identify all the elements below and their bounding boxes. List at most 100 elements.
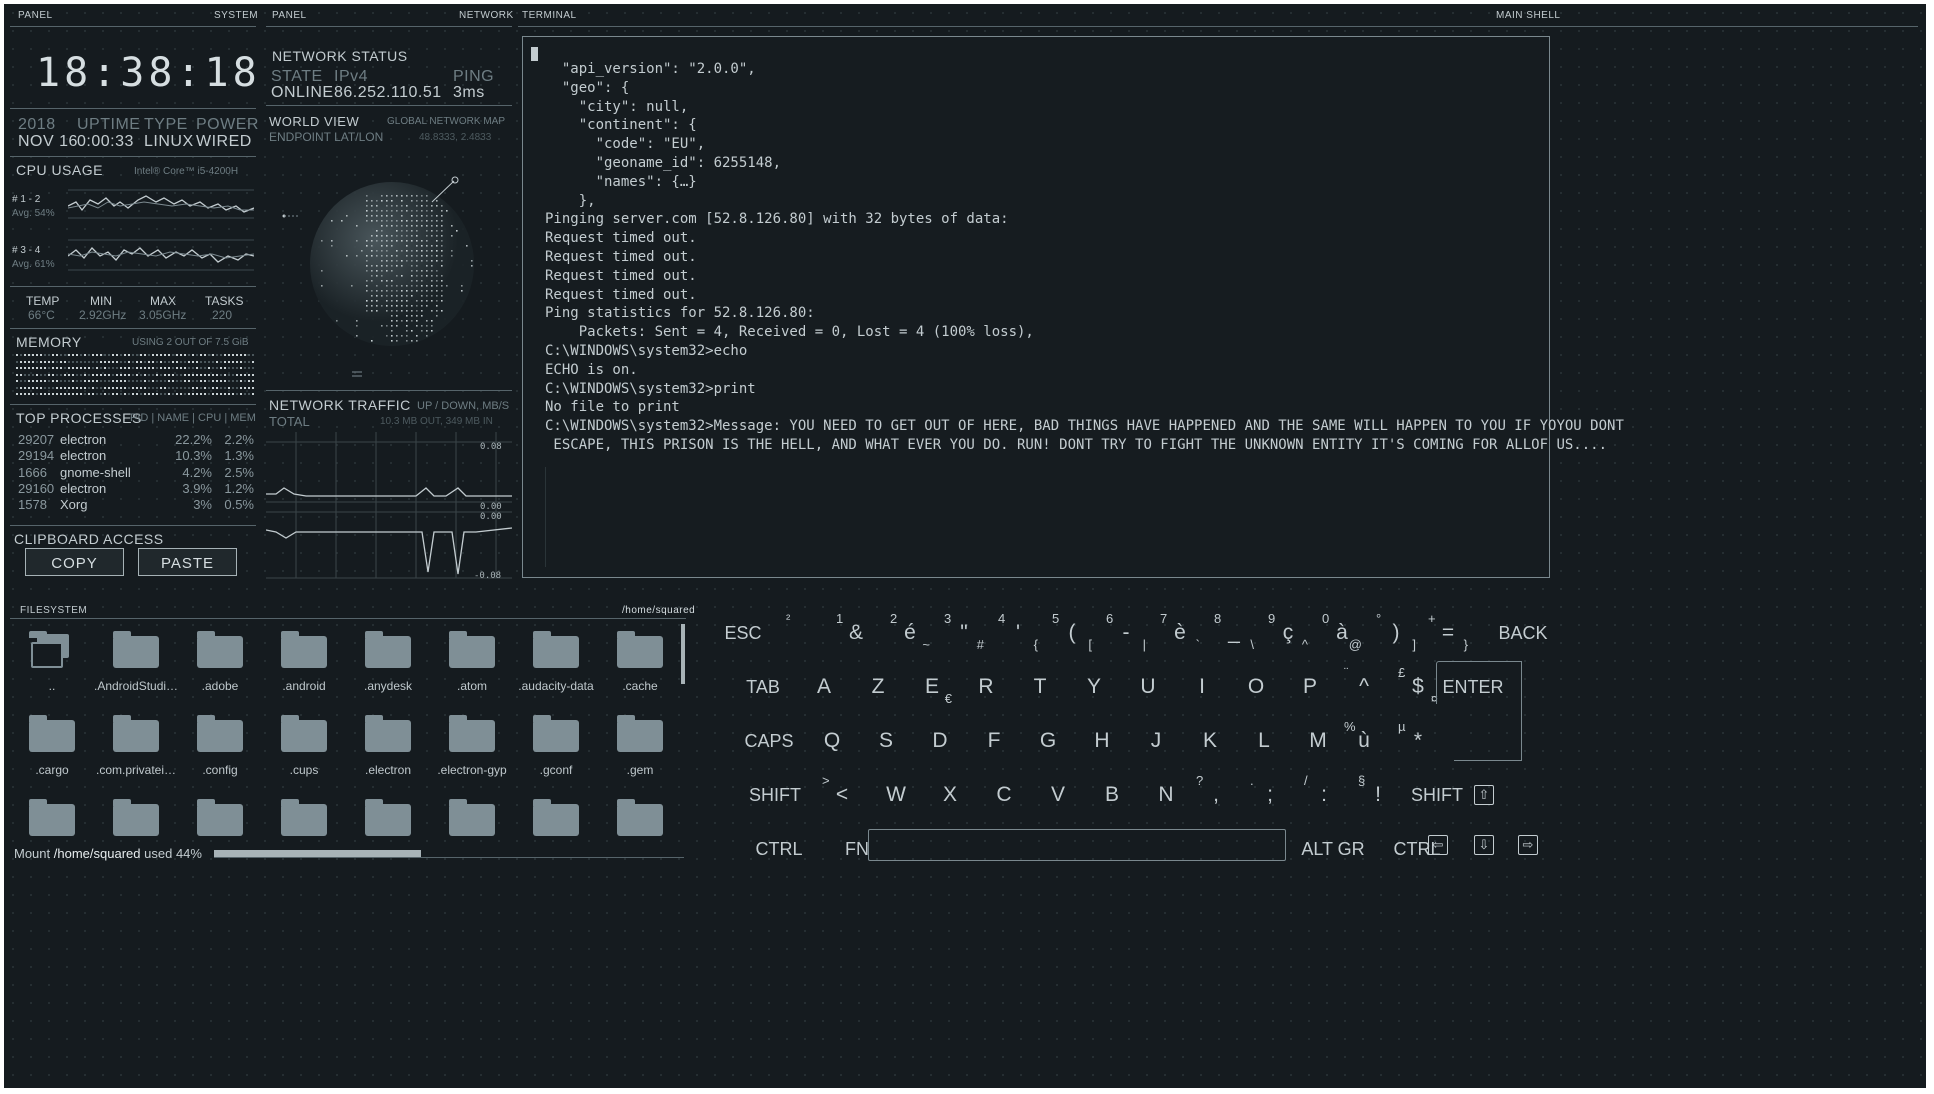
key-altgr-label: | (1142, 637, 1146, 652)
key-sym3-8[interactable]: ,? (1196, 773, 1236, 810)
key-caps[interactable]: CAPS (734, 726, 804, 756)
key-sym3-1[interactable]: < > (822, 773, 862, 810)
key-sym0-6[interactable]: (5 [ (1052, 611, 1092, 652)
left-arrow-icon[interactable]: ⇦ (1428, 835, 1448, 855)
folder-item[interactable] (430, 799, 514, 836)
folder-item[interactable]: .electron (346, 715, 430, 777)
key-e[interactable]: E € (912, 672, 952, 706)
key-sym3-10[interactable]: : / (1304, 773, 1344, 810)
folder-item[interactable] (10, 799, 94, 836)
key-back[interactable]: BACK (1488, 618, 1558, 648)
folder-item[interactable]: .audacity-data (514, 631, 598, 693)
key-sym3-9[interactable]: ;. (1250, 773, 1290, 810)
key-m[interactable]: M (1298, 726, 1338, 756)
folder-name: .config (202, 763, 238, 777)
filesystem-scrollbar[interactable] (681, 624, 685, 684)
folder-item[interactable]: .cargo (10, 715, 94, 777)
key-b[interactable]: B (1092, 780, 1132, 810)
key-shift[interactable]: SHIFT (1402, 780, 1472, 810)
folder-item[interactable] (346, 799, 430, 836)
key-sym0-8[interactable]: è 7 ` (1160, 611, 1200, 652)
key-c[interactable]: C (984, 780, 1024, 810)
folder-item[interactable]: .cups (262, 715, 346, 777)
key-j[interactable]: J (1136, 726, 1176, 756)
key-altgr[interactable]: ALT GR (1298, 834, 1368, 864)
key-n[interactable]: N (1146, 780, 1186, 810)
key-s[interactable]: S (866, 726, 906, 756)
paste-button[interactable]: PASTE (138, 548, 237, 576)
key-sym1-11[interactable]: ^ ¨ (1344, 665, 1384, 702)
main-shell-tab[interactable]: MAIN SHELL (1496, 10, 1560, 21)
folder-item[interactable] (94, 799, 178, 836)
right-arrow-icon[interactable]: ⇨ (1518, 835, 1538, 855)
down-arrow-icon[interactable]: ⇩ (1474, 835, 1494, 855)
parent-directory[interactable]: .. (10, 631, 94, 693)
key-sym0-10[interactable]: ç 9 ^ (1268, 611, 1308, 652)
key-x[interactable]: X (930, 780, 970, 810)
folder-item[interactable]: .AndroidStudi… (94, 631, 178, 693)
key-sym0-5[interactable]: ' 4 { (998, 611, 1038, 652)
key-o[interactable]: O (1236, 672, 1276, 702)
process-cpu: 22.2% (175, 432, 212, 447)
folder-item[interactable]: .atom (430, 631, 514, 693)
mount-path: /home/squared (53, 846, 141, 861)
key-shift[interactable]: SHIFT (740, 780, 810, 810)
folder-icon (197, 715, 243, 752)
key-sym0-2[interactable]: & 1 (836, 611, 876, 648)
key-sym3-11[interactable]: ! § (1358, 773, 1398, 810)
key-p[interactable]: P (1290, 672, 1330, 702)
folder-item[interactable]: .config (178, 715, 262, 777)
folder-item[interactable] (598, 799, 680, 836)
key-i[interactable]: I (1182, 672, 1222, 702)
folder-item[interactable]: .com.privatei… (94, 715, 178, 777)
key-q[interactable]: Q (812, 726, 852, 756)
key-k[interactable]: K (1190, 726, 1230, 756)
key-sym0-9[interactable]: _ 8 \ (1214, 611, 1254, 652)
key-v[interactable]: V (1038, 780, 1078, 810)
folder-item[interactable]: .anydesk (346, 631, 430, 693)
key-l[interactable]: L (1244, 726, 1284, 756)
folder-item[interactable]: .gconf (514, 715, 598, 777)
terminal-window[interactable]: "api_version": "2.0.0", "geo": { "city":… (522, 36, 1624, 578)
folder-item[interactable]: .cache (598, 631, 680, 693)
spacebar[interactable] (868, 829, 1286, 861)
cpu-core1-label: # 1 - 2 (12, 194, 41, 205)
folder-item[interactable] (262, 799, 346, 836)
key-sym0-12[interactable]: ) °] (1376, 611, 1416, 652)
key-esc[interactable]: ESC (708, 618, 778, 648)
key-f[interactable]: F (974, 726, 1014, 756)
key-shift-label: > (822, 773, 830, 788)
folder-item[interactable]: .android (262, 631, 346, 693)
key-tab[interactable]: TAB (728, 672, 798, 702)
key-u[interactable]: U (1128, 672, 1168, 702)
key-a[interactable]: A (804, 672, 844, 702)
key-main-label: SHIFT (749, 785, 801, 805)
key-shift-label: ° (1376, 611, 1382, 626)
key-sym2-12[interactable]: * µ (1398, 719, 1438, 756)
key-sym0-13[interactable]: = +} (1428, 611, 1468, 652)
key-t[interactable]: T (1020, 672, 1060, 702)
mount-prefix: Mount (14, 846, 51, 861)
folder-item[interactable] (514, 799, 598, 836)
key-sym2-11[interactable]: ù% (1344, 719, 1384, 756)
filesystem-path: /home/squared (622, 605, 696, 616)
key-sym0-11[interactable]: à 0 @ (1322, 611, 1362, 652)
folder-item[interactable]: .gem (598, 715, 680, 777)
key-sym0-3[interactable]: é 2 ~ (890, 611, 930, 652)
key-z[interactable]: Z (858, 672, 898, 702)
key-g[interactable]: G (1028, 726, 1068, 756)
key-sym1-12[interactable]: $ £ ¤ (1398, 665, 1438, 706)
key-d[interactable]: D (920, 726, 960, 756)
key-sym0-7[interactable]: -6 | (1106, 611, 1146, 652)
folder-item[interactable]: .adobe (178, 631, 262, 693)
caps-lock-arrow-icon[interactable]: ⇧ (1474, 785, 1494, 805)
key-w[interactable]: W (876, 780, 916, 810)
key-h[interactable]: H (1082, 726, 1122, 756)
copy-button[interactable]: COPY (25, 548, 124, 576)
folder-item[interactable]: .electron-gyp (430, 715, 514, 777)
key-y[interactable]: Y (1074, 672, 1114, 702)
key-r[interactable]: R (966, 672, 1006, 702)
folder-item[interactable] (178, 799, 262, 836)
key-sym0-4[interactable]: " 3 # (944, 611, 984, 652)
key-ctrl[interactable]: CTRL (744, 834, 814, 864)
